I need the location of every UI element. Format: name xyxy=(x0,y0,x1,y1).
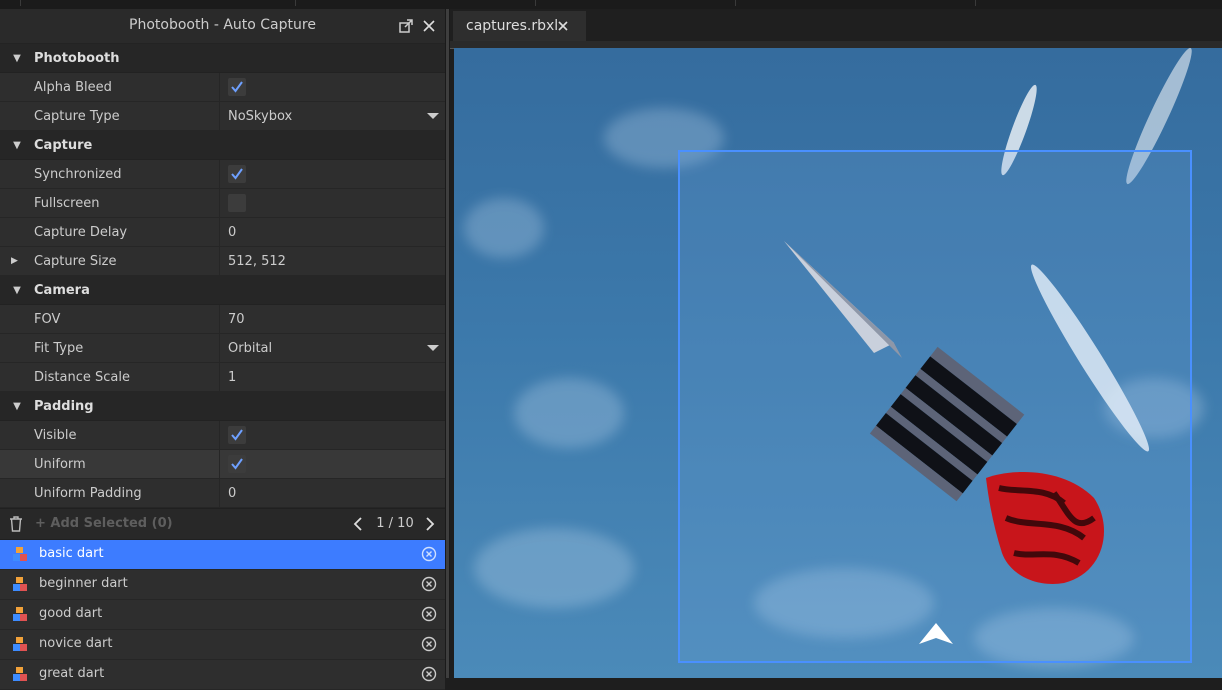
prop-name: Visible xyxy=(0,421,220,449)
close-tab-icon[interactable] xyxy=(557,20,569,36)
prop-capture-delay: Capture Delay 0 xyxy=(0,218,445,247)
section-label: Padding xyxy=(34,398,94,414)
prop-name: Capture Delay xyxy=(0,218,220,246)
scrollbar-thumb[interactable] xyxy=(446,9,449,678)
prop-fit-type: Fit Type Orbital xyxy=(0,334,445,363)
panel-splitter[interactable] xyxy=(445,9,450,678)
prop-name: Alpha Bleed xyxy=(0,73,220,101)
remove-item-icon[interactable] xyxy=(421,606,437,626)
panel-header: Photobooth - Auto Capture xyxy=(0,9,445,44)
prop-name: FOV xyxy=(0,305,220,333)
expand-triangle-icon[interactable]: ▶ xyxy=(11,256,18,266)
prop-name: Fullscreen xyxy=(0,189,220,217)
3d-viewport[interactable] xyxy=(454,48,1222,678)
fullscreen-checkbox[interactable] xyxy=(228,194,246,212)
synchronized-checkbox[interactable] xyxy=(228,165,246,183)
prop-name: Distance Scale xyxy=(0,363,220,391)
section-padding[interactable]: ▼ Padding xyxy=(0,392,445,421)
prop-uniform-padding: Uniform Padding 0 xyxy=(0,479,445,508)
remove-item-icon[interactable] xyxy=(421,636,437,656)
remove-item-icon[interactable] xyxy=(421,576,437,596)
next-page-icon[interactable] xyxy=(424,516,436,536)
model-icon xyxy=(12,666,28,686)
alpha-bleed-checkbox[interactable] xyxy=(228,78,246,96)
prop-name: Fit Type xyxy=(0,334,220,362)
remove-item-icon[interactable] xyxy=(421,666,437,686)
section-camera[interactable]: ▼ Camera xyxy=(0,276,445,305)
section-photobooth[interactable]: ▼ Photobooth xyxy=(0,44,445,73)
item-label: great dart xyxy=(39,666,105,681)
collapse-triangle-icon[interactable]: ▼ xyxy=(0,401,34,412)
capture-delay-input[interactable]: 0 xyxy=(220,218,445,246)
tab-label: captures.rbxl xyxy=(466,18,559,34)
visible-checkbox[interactable] xyxy=(228,426,246,444)
item-label: beginner dart xyxy=(39,576,128,591)
capture-item[interactable]: good dart xyxy=(0,600,445,630)
section-label: Capture xyxy=(34,137,93,153)
checkmark-icon xyxy=(231,81,243,93)
fov-input[interactable]: 70 xyxy=(220,305,445,333)
tab-bar: captures.rbxl xyxy=(450,9,1222,41)
distance-scale-input[interactable]: 1 xyxy=(220,363,445,391)
trash-icon[interactable] xyxy=(9,516,23,536)
model-icon xyxy=(12,606,28,626)
dropdown-value: NoSkybox xyxy=(228,108,293,124)
section-label: Camera xyxy=(34,282,90,298)
panel-title: Photobooth - Auto Capture xyxy=(129,17,316,33)
prop-name: Uniform xyxy=(0,450,220,478)
capture-item[interactable]: novice dart xyxy=(0,630,445,660)
prop-fov: FOV 70 xyxy=(0,305,445,334)
item-label: good dart xyxy=(39,606,103,621)
model-icon xyxy=(12,546,28,566)
undock-icon[interactable] xyxy=(398,18,414,34)
dart-model[interactable] xyxy=(454,48,1222,678)
uniform-padding-input[interactable]: 0 xyxy=(220,479,445,507)
model-icon xyxy=(12,636,28,656)
collapse-triangle-icon[interactable]: ▼ xyxy=(0,53,34,64)
prop-name: Capture Type xyxy=(0,102,220,130)
item-label: novice dart xyxy=(39,636,113,651)
up-arrow-icon xyxy=(919,623,953,644)
prev-page-icon[interactable] xyxy=(352,516,364,536)
checkmark-icon xyxy=(231,458,243,470)
item-label: basic dart xyxy=(39,546,104,561)
prop-name: Uniform Padding xyxy=(0,479,220,507)
add-selected-button[interactable]: + Add Selected (0) xyxy=(35,516,173,531)
prop-visible: Visible xyxy=(0,421,445,450)
capture-item[interactable]: great dart xyxy=(0,660,445,690)
capture-list-toolbar: + Add Selected (0) 1 / 10 xyxy=(0,508,445,540)
prop-capture-size: ▶ Capture Size 512, 512 xyxy=(0,247,445,276)
fit-type-dropdown[interactable]: Orbital xyxy=(220,334,445,362)
checkmark-icon xyxy=(231,429,243,441)
close-panel-icon[interactable] xyxy=(421,18,437,34)
prop-fullscreen: Fullscreen xyxy=(0,189,445,218)
chevron-down-icon xyxy=(427,345,439,351)
capture-type-dropdown[interactable]: NoSkybox xyxy=(220,102,445,130)
page-indicator: 1 / 10 xyxy=(376,516,414,531)
collapse-triangle-icon[interactable]: ▼ xyxy=(0,140,34,151)
remove-item-icon[interactable] xyxy=(421,546,437,566)
capture-item[interactable]: basic dart xyxy=(0,540,445,570)
checkmark-icon xyxy=(231,168,243,180)
prop-name: Synchronized xyxy=(0,160,220,188)
uniform-checkbox[interactable] xyxy=(228,455,246,473)
chevron-down-icon xyxy=(427,113,439,119)
section-label: Photobooth xyxy=(34,50,120,66)
prop-distance-scale: Distance Scale 1 xyxy=(0,363,445,392)
capture-size-input[interactable]: 512, 512 xyxy=(220,247,445,275)
prop-uniform: Uniform xyxy=(0,450,445,479)
tab-captures[interactable]: captures.rbxl xyxy=(453,11,586,41)
collapse-triangle-icon[interactable]: ▼ xyxy=(0,285,34,296)
prop-alpha-bleed: Alpha Bleed xyxy=(0,73,445,102)
photobooth-panel: Photobooth - Auto Capture ▼ Photobooth A… xyxy=(0,9,445,690)
section-capture[interactable]: ▼ Capture xyxy=(0,131,445,160)
prop-synchronized: Synchronized xyxy=(0,160,445,189)
dropdown-value: Orbital xyxy=(228,340,273,356)
prop-capture-type: Capture Type NoSkybox xyxy=(0,102,445,131)
capture-item[interactable]: beginner dart xyxy=(0,570,445,600)
prop-name: Capture Size xyxy=(34,253,117,269)
model-icon xyxy=(12,576,28,596)
capture-item-list: basic dart beginner dart good dart novice d… xyxy=(0,540,445,690)
